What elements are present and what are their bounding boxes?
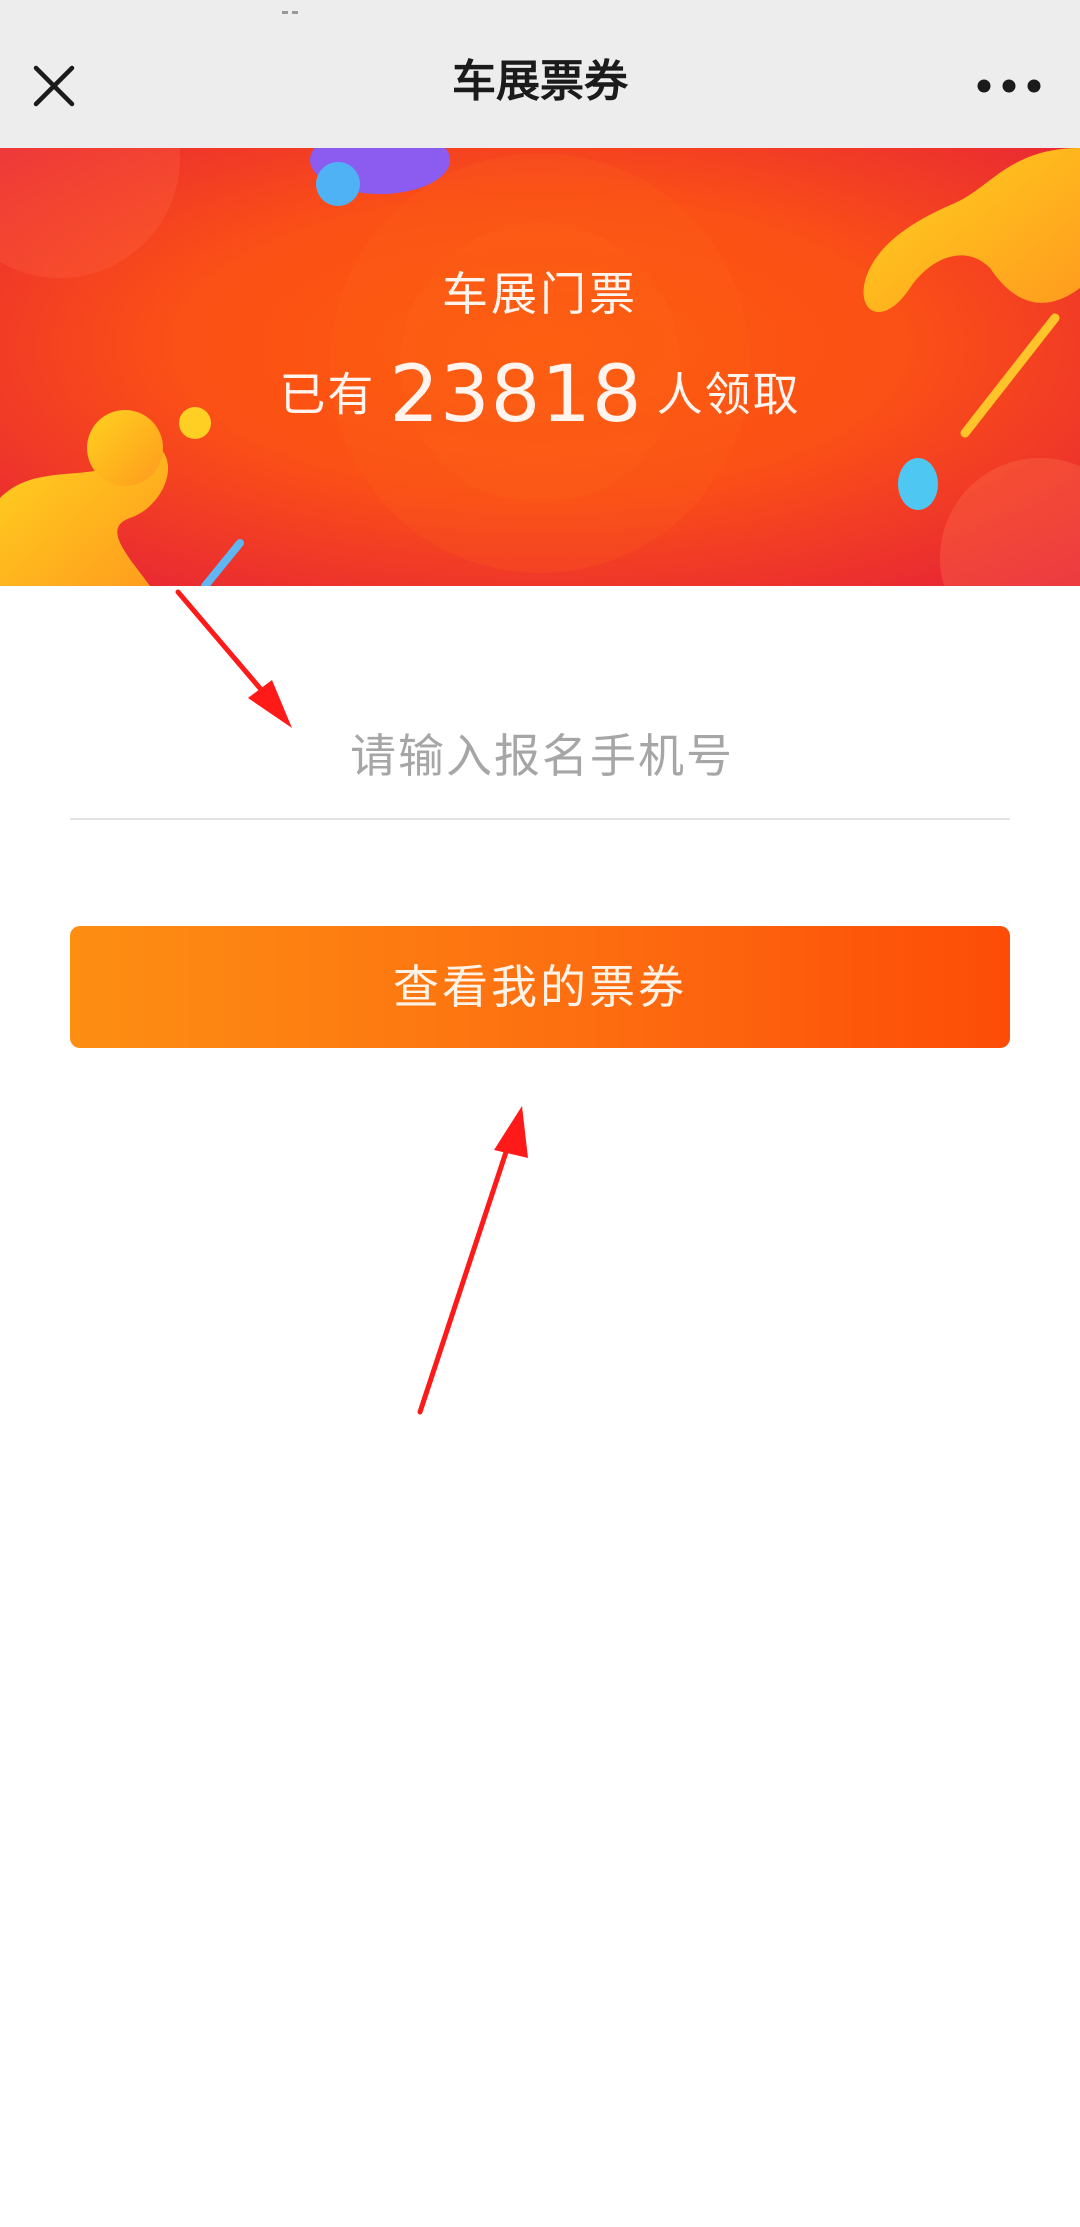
- status-bar-remnant: [282, 0, 322, 14]
- page-title: 车展票券: [452, 56, 628, 107]
- claim-suffix: 人领取: [656, 367, 801, 422]
- more-button[interactable]: [966, 62, 1052, 110]
- title-bar: 车展票券: [0, 0, 1080, 148]
- input-underline: [70, 818, 1010, 820]
- promo-banner: 车展门票 已有 23818 人领取: [0, 148, 1080, 586]
- more-dots-icon: [977, 79, 1041, 93]
- view-my-tickets-button[interactable]: 查看我的票券: [70, 926, 1010, 1048]
- annotation-arrow-button: [417, 1106, 528, 1415]
- claim-prefix: 已有: [279, 367, 376, 422]
- phone-input[interactable]: [70, 700, 1014, 812]
- banner-title: 车展门票: [442, 267, 638, 321]
- claim-count-line: 已有 23818 人领取: [0, 344, 1080, 445]
- claim-count: 23818: [389, 349, 643, 440]
